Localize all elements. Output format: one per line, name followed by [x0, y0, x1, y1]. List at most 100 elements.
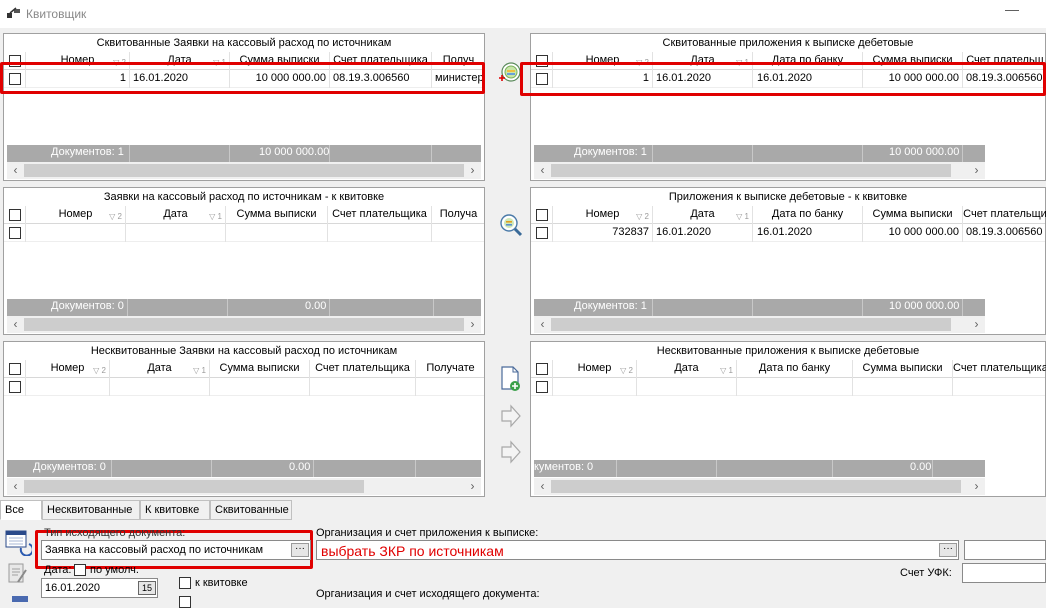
new-document-icon[interactable]: [500, 366, 522, 392]
col-amount[interactable]: Сумма выписки: [863, 52, 963, 70]
table-row[interactable]: 732837 16.01.2020 16.01.2020 10 000 000.…: [531, 224, 1045, 242]
horizontal-scrollbar[interactable]: ‹ ›: [534, 478, 985, 495]
table-row[interactable]: 1 16.01.2020 10 000 000.00 08.19.3.00656…: [4, 70, 484, 88]
doc-type-browse-button[interactable]: ···: [291, 543, 309, 557]
extra-checkbox[interactable]: [179, 596, 191, 608]
select-all-checkbox[interactable]: [9, 55, 21, 67]
scroll-left-icon[interactable]: ‹: [7, 316, 24, 333]
sort-desc-icon: ▽ 2: [109, 212, 122, 221]
arrow-right-icon[interactable]: [500, 440, 522, 464]
org-extra-field[interactable]: [964, 540, 1046, 560]
scroll-right-icon[interactable]: ›: [968, 478, 985, 495]
tab-reconciled[interactable]: Сквитованные: [210, 500, 292, 520]
tab-all[interactable]: Все: [0, 500, 42, 520]
to-reconcile-checkbox[interactable]: [179, 577, 191, 589]
tab-to-reconcile[interactable]: К квитовке: [140, 500, 210, 520]
doc-type-label: Тип исходящего документа:: [44, 527, 186, 539]
select-all-checkbox[interactable]: [536, 363, 548, 375]
col-payer-account[interactable]: Счет плательщи: [963, 206, 1046, 224]
scroll-thumb[interactable]: [24, 318, 464, 331]
scroll-left-icon[interactable]: ‹: [534, 162, 551, 179]
col-date[interactable]: Дата ▽ 1: [637, 360, 737, 378]
horizontal-scrollbar[interactable]: ‹ ›: [7, 478, 481, 495]
scroll-left-icon[interactable]: ‹: [7, 478, 24, 495]
col-date[interactable]: Дата ▽ 1: [653, 206, 753, 224]
minimize-button[interactable]: —: [1000, 2, 1024, 22]
scroll-right-icon[interactable]: ›: [464, 316, 481, 333]
default-date-checkbox[interactable]: [74, 564, 86, 576]
col-date[interactable]: Дата ▽ 1: [110, 360, 210, 378]
org-browse-button[interactable]: ···: [939, 543, 957, 557]
doc-count: Документов: 0: [33, 461, 106, 473]
tab-unreconciled[interactable]: Несквитованные: [42, 500, 140, 520]
row-checkbox[interactable]: [536, 381, 548, 393]
col-recipient[interactable]: Получа: [432, 206, 485, 224]
col-number[interactable]: Номер ▽ 2: [553, 52, 653, 70]
horizontal-scrollbar[interactable]: ‹ ›: [7, 162, 481, 179]
org-src-label: Организация и счет исходящего документа:: [316, 588, 540, 600]
col-date[interactable]: Дата ▽ 1: [126, 206, 226, 224]
magnifier-icon[interactable]: [498, 212, 524, 238]
select-all-checkbox[interactable]: [536, 209, 548, 221]
scroll-left-icon[interactable]: ‹: [7, 162, 24, 179]
table-row[interactable]: [4, 224, 484, 242]
calendar-sync-icon[interactable]: [4, 528, 32, 556]
arrow-right-icon[interactable]: [500, 404, 522, 428]
scroll-thumb[interactable]: [551, 480, 961, 493]
col-payer-account[interactable]: Счет плательщика: [330, 52, 432, 70]
scroll-right-icon[interactable]: ›: [464, 162, 481, 179]
document-edit-icon[interactable]: [6, 562, 30, 586]
col-number[interactable]: Номер ▽ 2: [553, 206, 653, 224]
table-row[interactable]: [4, 378, 484, 396]
col-amount[interactable]: Сумма выписки: [226, 206, 328, 224]
scroll-thumb[interactable]: [24, 480, 364, 493]
horizontal-scrollbar[interactable]: ‹ ›: [534, 316, 985, 333]
select-all-checkbox[interactable]: [9, 209, 21, 221]
table-row[interactable]: 1 16.01.2020 16.01.2020 10 000 000.00 08…: [531, 70, 1045, 88]
col-bank-date[interactable]: Дата по банку: [737, 360, 853, 378]
doc-type-field[interactable]: Заявка на кассовый расход по источникам: [41, 540, 311, 560]
col-payer-account[interactable]: Счет плательщика: [310, 360, 416, 378]
col-amount[interactable]: Сумма выписки: [853, 360, 953, 378]
col-date[interactable]: Дата ▽ 1: [130, 52, 230, 70]
horizontal-scrollbar[interactable]: ‹ ›: [534, 162, 985, 179]
col-amount[interactable]: Сумма выписки: [863, 206, 963, 224]
select-all-checkbox[interactable]: [536, 55, 548, 67]
col-amount[interactable]: Сумма выписки: [210, 360, 310, 378]
col-number[interactable]: Номер ▽ 2: [553, 360, 637, 378]
scroll-right-icon[interactable]: ›: [968, 316, 985, 333]
row-checkbox[interactable]: [9, 73, 21, 85]
row-checkbox[interactable]: [9, 227, 21, 239]
col-number[interactable]: Номер ▽ 2: [26, 360, 110, 378]
col-payer-account[interactable]: Счет плательщика: [953, 360, 1046, 378]
calendar-icon[interactable]: 15: [138, 581, 156, 595]
col-bank-date[interactable]: Дата по банку: [753, 52, 863, 70]
row-checkbox[interactable]: [536, 227, 548, 239]
scroll-left-icon[interactable]: ‹: [534, 316, 551, 333]
col-payer-account[interactable]: Счет плательщ: [963, 52, 1046, 70]
row-checkbox[interactable]: [9, 381, 21, 393]
col-number[interactable]: Номер ▽ 2: [26, 206, 126, 224]
scroll-right-icon[interactable]: ›: [464, 478, 481, 495]
scroll-right-icon[interactable]: ›: [968, 162, 985, 179]
col-recipient[interactable]: Получате: [416, 360, 485, 378]
scroll-thumb[interactable]: [551, 164, 951, 177]
table-row[interactable]: [531, 378, 1045, 396]
scroll-thumb[interactable]: [24, 164, 464, 177]
col-number[interactable]: Номер ▽ 2: [26, 52, 130, 70]
org-account-field[interactable]: выбрать ЗКР по источникам: [316, 540, 959, 560]
reconcile-search-icon[interactable]: [496, 60, 524, 88]
scroll-left-icon[interactable]: ‹: [534, 478, 551, 495]
table-icon[interactable]: [12, 596, 28, 602]
col-recipient[interactable]: Получ: [432, 52, 485, 70]
col-amount[interactable]: Сумма выписки: [230, 52, 330, 70]
col-date[interactable]: Дата ▽ 1: [653, 52, 753, 70]
scroll-thumb[interactable]: [551, 318, 951, 331]
select-all-checkbox[interactable]: [9, 363, 21, 375]
ufk-account-field[interactable]: [962, 563, 1046, 583]
col-payer-account[interactable]: Счет плательщика: [328, 206, 432, 224]
col-bank-date[interactable]: Дата по банку: [753, 206, 863, 224]
row-checkbox[interactable]: [536, 73, 548, 85]
horizontal-scrollbar[interactable]: ‹ ›: [7, 316, 481, 333]
grid-footer: Документов: 0 0.00: [7, 299, 481, 316]
